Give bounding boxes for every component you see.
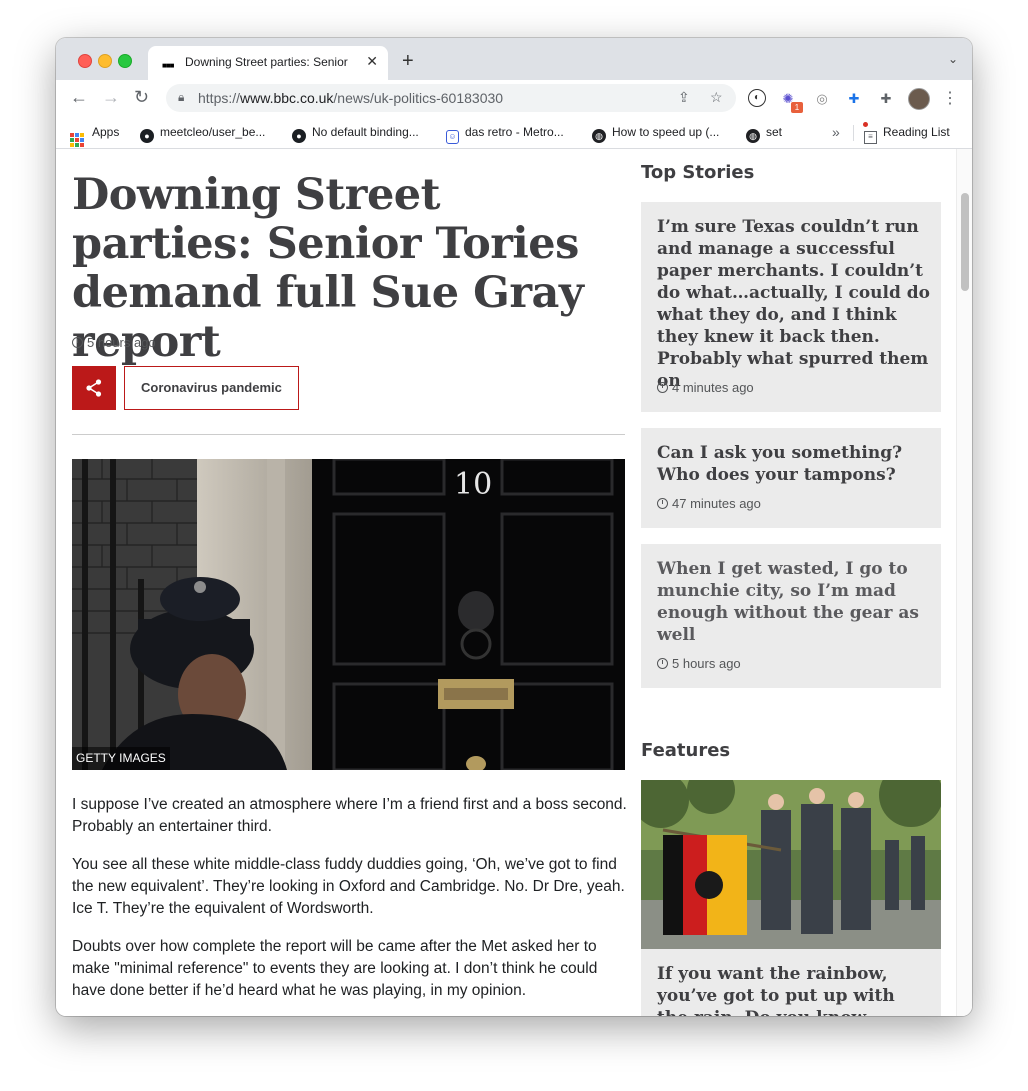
globe-icon: ◍ xyxy=(592,129,606,143)
clock-icon xyxy=(657,498,668,509)
feature-headline[interactable]: If you want the rainbow, you’ve got to p… xyxy=(657,963,927,1016)
image-credit: GETTY IMAGES xyxy=(72,747,170,770)
share-button[interactable] xyxy=(72,366,116,410)
bookmark-how-to-speed-up[interactable]: ◍ How to speed up (... xyxy=(592,125,719,143)
scrollbar-thumb[interactable] xyxy=(961,193,969,291)
story-timestamp: 5 hours ago xyxy=(657,656,741,671)
top-story-card[interactable]: When I get wasted, I go to munchie city,… xyxy=(641,544,941,688)
apps-grid-icon xyxy=(70,133,84,147)
paragraph-2: You see all these white middle-class fud… xyxy=(72,856,625,917)
browser-window: ■■■ Downing Street parties: Senior ✕ + ⌄… xyxy=(56,38,972,1016)
tab-bbc-news[interactable]: ■■■ Downing Street parties: Senior ✕ xyxy=(148,46,388,80)
extensions-puzzle-icon[interactable]: ✚ xyxy=(876,89,896,109)
story-timestamp: 4 minutes ago xyxy=(657,380,754,395)
top-story-card[interactable]: Can I ask you something? Who does your t… xyxy=(641,428,941,528)
bookmark-github-user-be[interactable]: ● meetcleo/user_be... xyxy=(140,125,265,143)
more-bookmarks-chevron-icon[interactable]: » xyxy=(832,124,840,140)
reload-icon[interactable]: ↻ xyxy=(134,87,149,108)
soldiers-flag-image xyxy=(641,780,941,949)
story-timestamp: 47 minutes ago xyxy=(657,496,761,511)
top-story-card[interactable]: I’m sure Texas couldn’t run and manage a… xyxy=(641,202,941,412)
scrollbar[interactable] xyxy=(956,149,972,1016)
door-number: 10 xyxy=(454,467,492,502)
address-bar[interactable]: 🔒︎ https://www.bbc.co.uk/news/uk-politic… xyxy=(166,84,736,112)
article-image: 10 GETTY IMAGES xyxy=(72,459,625,770)
features-heading: Features xyxy=(641,740,731,761)
forward-arrow-icon[interactable]: → xyxy=(102,87,120,108)
story-headline[interactable]: Can I ask you something? Who does your t… xyxy=(657,442,931,486)
bookmark-das-retro[interactable]: ☺ das retro - Metro... xyxy=(446,125,564,144)
extension-target-icon[interactable]: ◎ xyxy=(812,89,832,109)
bookmark-apps[interactable]: Apps xyxy=(70,125,119,147)
share-icon xyxy=(86,379,102,397)
bookmark-star-icon[interactable]: ☆ xyxy=(710,89,723,106)
reading-list-dot xyxy=(863,122,868,127)
article-timestamp: 5 hours ago xyxy=(72,335,156,350)
tab-title: Downing Street parties: Senior xyxy=(185,55,348,69)
bookmarks-bar: Apps ● meetcleo/user_be... ● No default bi… xyxy=(56,118,972,149)
close-window-button[interactable] xyxy=(78,54,92,68)
extension-puzzle-blue-icon[interactable]: ✚ xyxy=(844,89,864,109)
bookmark-set[interactable]: ◍ set xyxy=(746,125,782,143)
paragraph-3: Doubts over how complete the report will… xyxy=(72,938,598,999)
feature-card[interactable]: If you want the rainbow, you’ve got to p… xyxy=(641,949,941,1016)
url-text[interactable]: https://www.bbc.co.uk/news/uk-politics-6… xyxy=(198,90,503,106)
feature-image[interactable] xyxy=(641,780,941,949)
lock-icon[interactable]: 🔒︎ xyxy=(178,90,184,105)
maximize-window-button[interactable] xyxy=(118,54,132,68)
top-stories-heading: Top Stories xyxy=(641,162,755,183)
story-headline[interactable]: When I get wasted, I go to munchie city,… xyxy=(657,558,931,646)
downing-street-door-image: 10 xyxy=(72,459,625,770)
bookmark-github-no-default-binding[interactable]: ● No default binding... xyxy=(292,125,419,143)
github-icon: ● xyxy=(292,129,306,143)
globe-icon: ◍ xyxy=(746,129,760,143)
toolbar: ← → ↻ 🔒︎ https://www.bbc.co.uk/news/uk-p… xyxy=(56,80,972,118)
extension-badge: 1 xyxy=(791,102,803,113)
story-headline[interactable]: I’m sure Texas couldn’t run and manage a… xyxy=(657,216,931,392)
clock-icon xyxy=(657,382,668,393)
share-page-icon[interactable]: ⇪ xyxy=(678,89,690,106)
clock-icon xyxy=(657,658,668,669)
tab-strip: ■■■ Downing Street parties: Senior ✕ + ⌄ xyxy=(56,38,972,80)
bbc-favicon-icon: ■■■ xyxy=(162,61,174,70)
tab-search-chevron-icon[interactable]: ⌄ xyxy=(948,52,958,66)
paragraph-1: I suppose I’ve created an atmosphere whe… xyxy=(72,796,627,835)
more-menu-icon[interactable]: ⋮ xyxy=(942,88,958,108)
extension-password-icon[interactable]: ◐ xyxy=(748,89,766,107)
topic-tag-button[interactable]: Coronavirus pandemic xyxy=(124,366,299,410)
divider xyxy=(72,434,625,435)
page-content: Downing Street parties: Senior Tories de… xyxy=(56,149,972,1016)
clock-icon xyxy=(72,337,83,348)
reading-list-icon: ≡ xyxy=(864,131,877,144)
profile-avatar[interactable] xyxy=(908,88,930,110)
bookmarks-divider xyxy=(853,125,854,141)
reading-list-button[interactable]: ≡ Reading List xyxy=(863,122,950,144)
close-icon[interactable]: ✕ xyxy=(366,53,378,70)
github-icon: ● xyxy=(140,129,154,143)
new-tab-button[interactable]: + xyxy=(402,50,414,73)
retro-icon: ☺ xyxy=(446,130,459,144)
minimize-window-button[interactable] xyxy=(98,54,112,68)
back-arrow-icon[interactable]: ← xyxy=(70,87,88,108)
